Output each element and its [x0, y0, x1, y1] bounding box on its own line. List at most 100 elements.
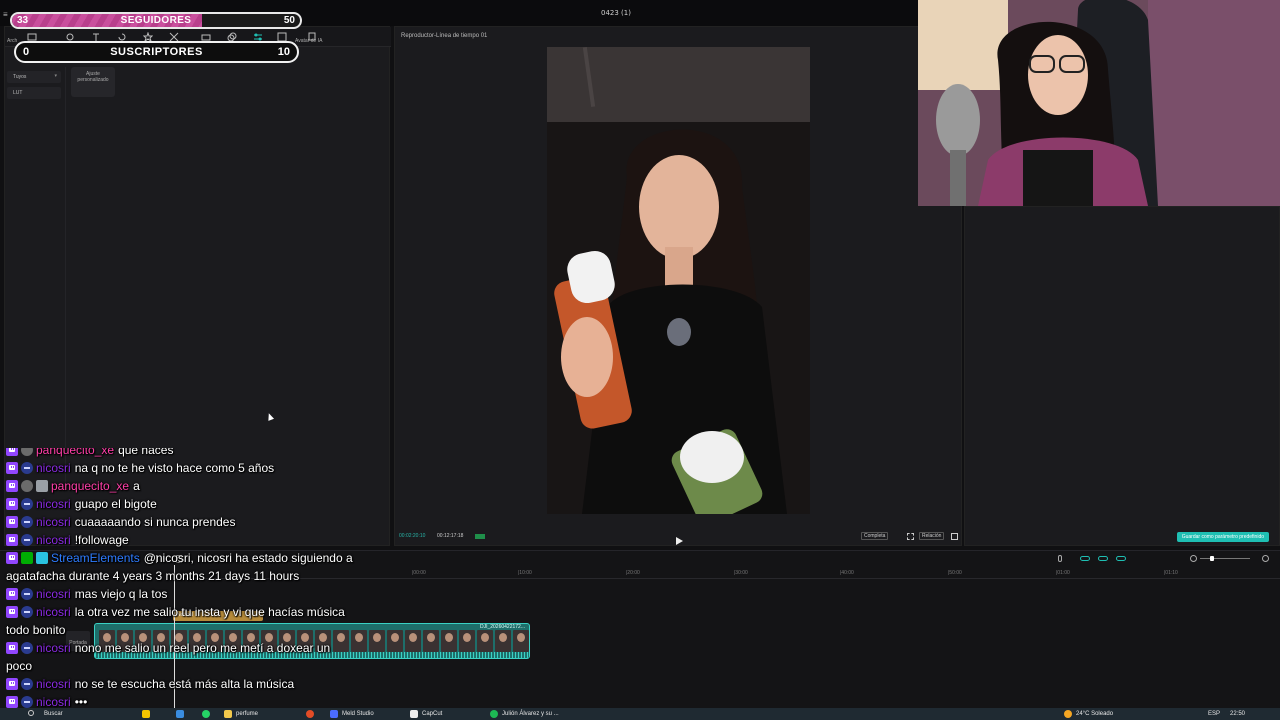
clock[interactable]: 22:50 [1230, 711, 1245, 717]
ruler-tick: |10:00 [518, 570, 532, 576]
link-icon[interactable] [1080, 556, 1090, 561]
sub-badge-icon [21, 448, 33, 456]
menu-icon[interactable]: ≡ [3, 10, 8, 19]
chat-message: nicosri na q no te he visto hace como 5 a… [6, 459, 358, 477]
toolbar-first-label[interactable]: Arch [7, 38, 17, 44]
magnet-icon[interactable] [1098, 556, 1108, 561]
taskbar-app-spotify[interactable]: Julión Álvarez y su ... [502, 711, 559, 717]
sub-badge-icon [21, 516, 33, 528]
chat-message: nicosri la otra vez me salio tu insta y v… [6, 603, 358, 639]
whatsapp-icon[interactable] [202, 710, 210, 718]
doc-badge-icon [36, 480, 48, 492]
transitions-icon[interactable] [169, 29, 179, 42]
panel-divider [65, 67, 66, 487]
twitch-badge-icon [6, 516, 18, 528]
sticker-icon[interactable] [117, 29, 127, 41]
chat-text: na q no te he visto hace como 5 años [74, 461, 275, 475]
clip-thumbnail [369, 630, 385, 652]
twitch-badge-icon [6, 534, 18, 546]
search-icon[interactable] [28, 710, 34, 716]
twitch-badge-icon [6, 678, 18, 690]
chat-username: nicosri [36, 587, 71, 601]
window-title: 0423 (1) [601, 9, 631, 17]
twitch-badge-icon [6, 696, 18, 708]
ruler-tick: |50:00 [948, 570, 962, 576]
chrome-icon[interactable] [306, 710, 314, 718]
followers-goal-bar: 33 SEGUIDORES 50 [10, 12, 302, 29]
chat-username: nicosri [36, 515, 71, 529]
crop-icon[interactable] [907, 533, 914, 540]
aspect-ratio-button[interactable]: Relación [919, 532, 945, 540]
weather-icon [1064, 710, 1072, 718]
play-icon[interactable] [675, 532, 683, 545]
task-view-icon[interactable] [176, 710, 184, 718]
taskbar-app-capcut[interactable]: CapCut [422, 711, 442, 717]
language-indicator[interactable]: ESP [1208, 711, 1220, 717]
sub-badge-icon [21, 588, 33, 600]
effects-icon[interactable] [142, 29, 154, 43]
ruler-tick: |01:00 [1056, 570, 1070, 576]
taskbar-app-perfume[interactable]: perfume [236, 711, 258, 717]
zoom-slider-handle[interactable] [1210, 556, 1214, 561]
preview-video[interactable] [547, 47, 810, 514]
filters-icon[interactable] [227, 29, 237, 42]
star-app-icon[interactable] [142, 710, 150, 718]
mouse-cursor-icon [265, 412, 275, 421]
webcam-image [918, 0, 1280, 206]
spotify-icon[interactable] [490, 710, 498, 718]
clip-thumbnail [441, 630, 457, 652]
chat-username: nicosri [36, 641, 71, 655]
chat-username: nicosri [36, 605, 71, 619]
snap-icon[interactable] [1116, 556, 1126, 561]
sidenav-item-lut[interactable]: LUT [7, 87, 61, 99]
taskbar-app-meld[interactable]: Meld Studio [342, 711, 374, 717]
adjust-sidenav: Tuyos ▾ LUT [7, 71, 63, 103]
taskbar-search[interactable]: Buscar [44, 711, 63, 717]
ruler-tick: |20:00 [626, 570, 640, 576]
sidenav-dropdown-yours[interactable]: Tuyos ▾ [7, 71, 61, 83]
timecode-total: 00:12:17:18 [437, 533, 464, 539]
text-icon[interactable] [91, 29, 101, 41]
chat-text: no se te escucha está más alta la música [74, 677, 295, 691]
full-quality-label: Completa [864, 533, 886, 539]
webcam-feed [918, 0, 1280, 206]
templates-icon[interactable] [277, 29, 287, 42]
chat-username: nicosri [36, 461, 71, 475]
custom-adjust-card[interactable]: Ajuste personalizado [71, 67, 115, 97]
media-icon[interactable] [27, 29, 37, 41]
aspect-ratio-label: Relación [922, 533, 942, 539]
save-preset-button[interactable]: Guardar como parámetro predefinido [1176, 532, 1269, 542]
moderator-badge-icon [21, 552, 33, 564]
full-quality-button[interactable]: Completa [861, 532, 889, 540]
followers-goal: 50 [283, 15, 295, 26]
weather-text[interactable]: 24°C Soleado [1076, 711, 1113, 717]
chat-text: que haces [118, 448, 174, 457]
twitch-badge-icon [6, 480, 18, 492]
sub-badge-icon [21, 606, 33, 618]
audio-icon[interactable] [65, 29, 75, 41]
sub-badge-icon [21, 498, 33, 510]
captions-icon[interactable] [201, 29, 211, 41]
zoom-out-icon[interactable] [1190, 555, 1197, 562]
adjust-icon[interactable] [253, 29, 263, 41]
clip-thumbnail [387, 630, 403, 652]
ai-avatar-label[interactable]: Avatar de IA [295, 38, 322, 44]
zoom-in-icon[interactable] [1262, 555, 1269, 562]
mask-badge-icon [21, 480, 33, 492]
properties-panel: Guardar como parámetro predefinido [964, 206, 1280, 546]
meld-icon[interactable] [330, 710, 338, 718]
mic-icon[interactable] [1058, 555, 1062, 562]
clip-thumbnail [459, 630, 475, 652]
zoom-slider[interactable] [1200, 558, 1250, 559]
chat-message: panquecito_xe a [6, 477, 358, 495]
capcut-icon[interactable] [410, 710, 418, 718]
preview-video-image [547, 47, 810, 514]
sub-badge-icon [21, 678, 33, 690]
chat-message: nicosri !followage [6, 531, 358, 549]
folder-icon[interactable] [224, 710, 232, 718]
player-controls: 00:02:20:10 00:12:17:18 Completa Relació… [395, 530, 963, 545]
twitch-badge-icon [6, 642, 18, 654]
fullscreen-icon[interactable] [951, 533, 958, 540]
chat-text: cuaaaaando si nunca prendes [74, 515, 236, 529]
ruler-tick: |40:00 [840, 570, 854, 576]
